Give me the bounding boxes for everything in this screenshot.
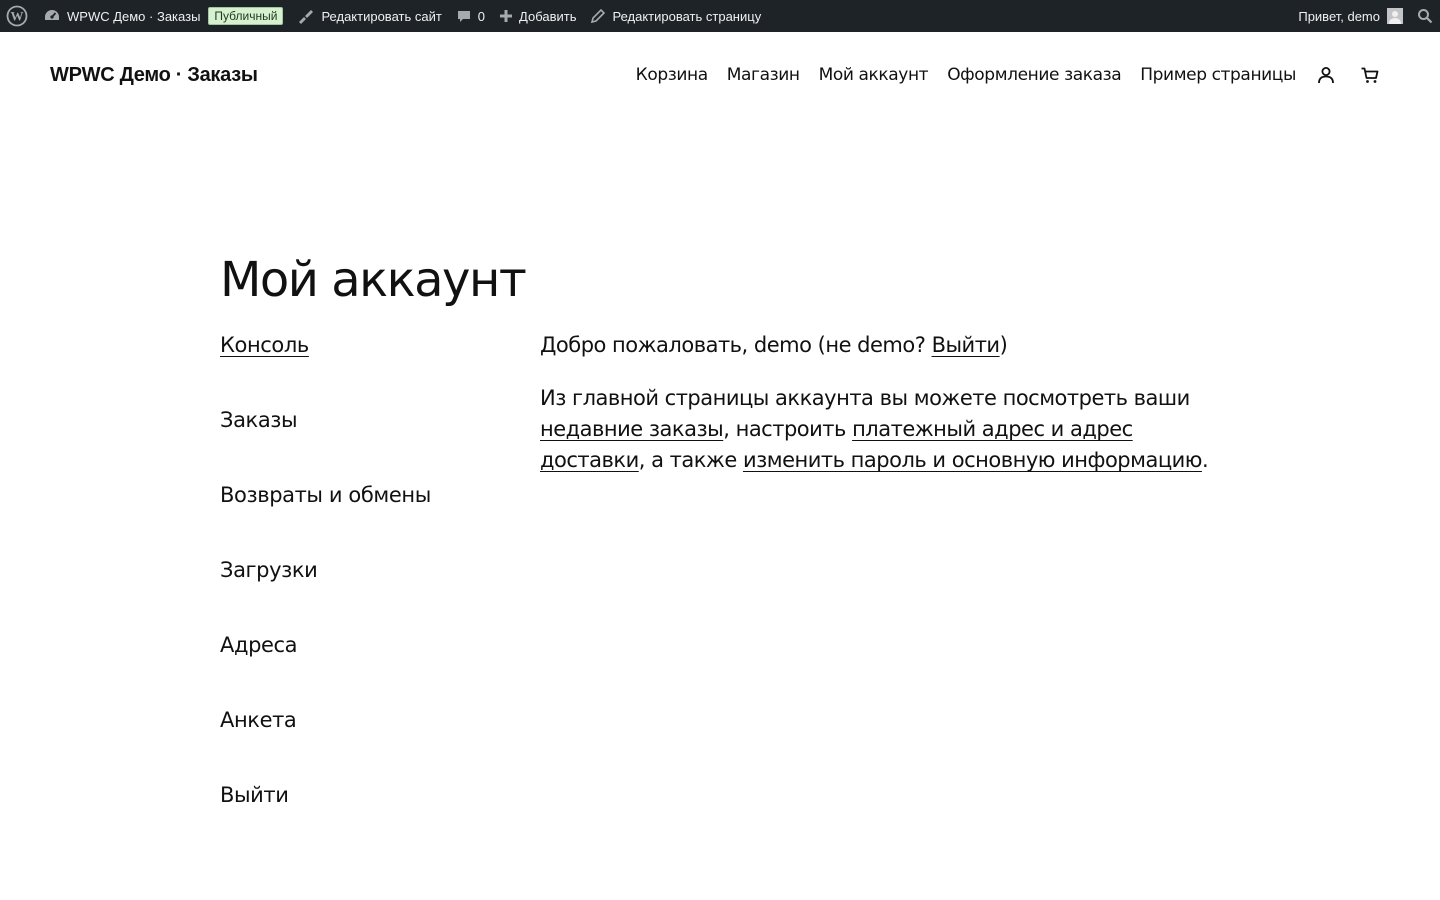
avatar <box>1387 8 1403 24</box>
nav-link-sample-page[interactable]: Пример страницы <box>1140 65 1296 85</box>
pencil-icon <box>590 8 606 24</box>
admin-bar-right: Привет, demo <box>1291 0 1440 32</box>
svg-text:W: W <box>11 9 24 24</box>
visibility-badge: Публичный <box>208 7 284 25</box>
site-header: WPWC Демо · Заказы Корзина Магазин Мой а… <box>0 32 1440 118</box>
account-nav-addresses[interactable]: Адреса <box>220 630 520 705</box>
wordpress-logo-menu[interactable]: W <box>0 0 36 32</box>
username-again: demo <box>857 333 915 357</box>
comment-icon <box>456 8 472 24</box>
close-paren: ) <box>999 333 1008 357</box>
edit-site-label: Редактировать сайт <box>321 8 442 24</box>
wordpress-logo-icon: W <box>6 5 28 27</box>
admin-search-button[interactable] <box>1410 0 1440 32</box>
dashboard-icon <box>43 8 61 24</box>
main-navigation: Корзина Магазин Мой аккаунт Оформление з… <box>617 65 1380 85</box>
account-nav-downloads[interactable]: Загрузки <box>220 555 520 630</box>
welcome-message: Добро пожаловать, demo (не demo? Выйти) <box>540 330 1230 361</box>
admin-bar: W WPWC Демо · Заказы Публичный Редактиро… <box>0 0 1440 32</box>
admin-bar-left: W WPWC Демо · Заказы Публичный Редактиро… <box>0 0 768 32</box>
middle-text: , настроить <box>723 417 853 441</box>
plus-icon <box>499 9 513 23</box>
account-nav-orders[interactable]: Заказы <box>220 405 520 480</box>
account-navigation: Консоль Заказы Возвраты и обмены Загрузк… <box>220 330 520 855</box>
account-nav-returns[interactable]: Возвраты и обмены <box>220 480 520 555</box>
edit-page-label: Редактировать страницу <box>612 8 762 24</box>
comments-link[interactable]: 0 <box>449 0 492 32</box>
site-title-link[interactable]: WPWC Демо · Заказы <box>50 64 258 87</box>
nav-link-shop[interactable]: Магазин <box>727 65 800 85</box>
not-prefix: (не <box>811 333 858 357</box>
logout-link[interactable]: Выйти <box>932 333 1001 357</box>
account-details-link[interactable]: изменить пароль и основную информацию <box>743 448 1203 472</box>
dashboard-intro: Из главной страницы аккаунта вы можете п… <box>540 383 1230 476</box>
account-nav-survey[interactable]: Анкета <box>220 705 520 780</box>
account-nav-logout[interactable]: Выйти <box>220 780 520 855</box>
edit-site-link[interactable]: Редактировать сайт <box>290 0 448 32</box>
nav-link-checkout[interactable]: Оформление заказа <box>947 65 1121 85</box>
username: demo <box>753 333 812 357</box>
site-name-menu[interactable]: WPWC Демо · Заказы Публичный <box>36 0 290 32</box>
account-content: Добро пожаловать, demo (не demo? Выйти) … <box>540 330 1230 476</box>
also-text: , а также <box>638 448 743 472</box>
my-account-menu[interactable]: Привет, demo <box>1291 0 1410 32</box>
search-icon <box>1417 8 1433 24</box>
site-name-label: WPWC Демо · Заказы <box>67 8 201 24</box>
add-new-label: Добавить <box>519 8 577 24</box>
page-title: Мой аккаунт <box>220 252 527 308</box>
end-text: . <box>1201 448 1209 472</box>
add-new-menu[interactable]: Добавить <box>492 0 583 32</box>
account-nav-dashboard[interactable]: Консоль <box>220 330 520 405</box>
welcome-prefix: Добро пожаловать, <box>540 333 754 357</box>
nav-link-my-account[interactable]: Мой аккаунт <box>819 65 929 85</box>
brush-icon <box>297 8 315 24</box>
account-icon[interactable] <box>1316 65 1336 85</box>
intro-text: Из главной страницы аккаунта вы можете п… <box>540 386 1190 410</box>
greeting-label: Привет, demo <box>1298 8 1380 24</box>
cart-icon[interactable] <box>1360 65 1380 85</box>
recent-orders-link[interactable]: недавние заказы <box>540 417 724 441</box>
question-mark: ? <box>914 333 932 357</box>
nav-link-cart[interactable]: Корзина <box>636 65 708 85</box>
comments-count: 0 <box>477 8 486 24</box>
edit-page-link[interactable]: Редактировать страницу <box>583 0 768 32</box>
